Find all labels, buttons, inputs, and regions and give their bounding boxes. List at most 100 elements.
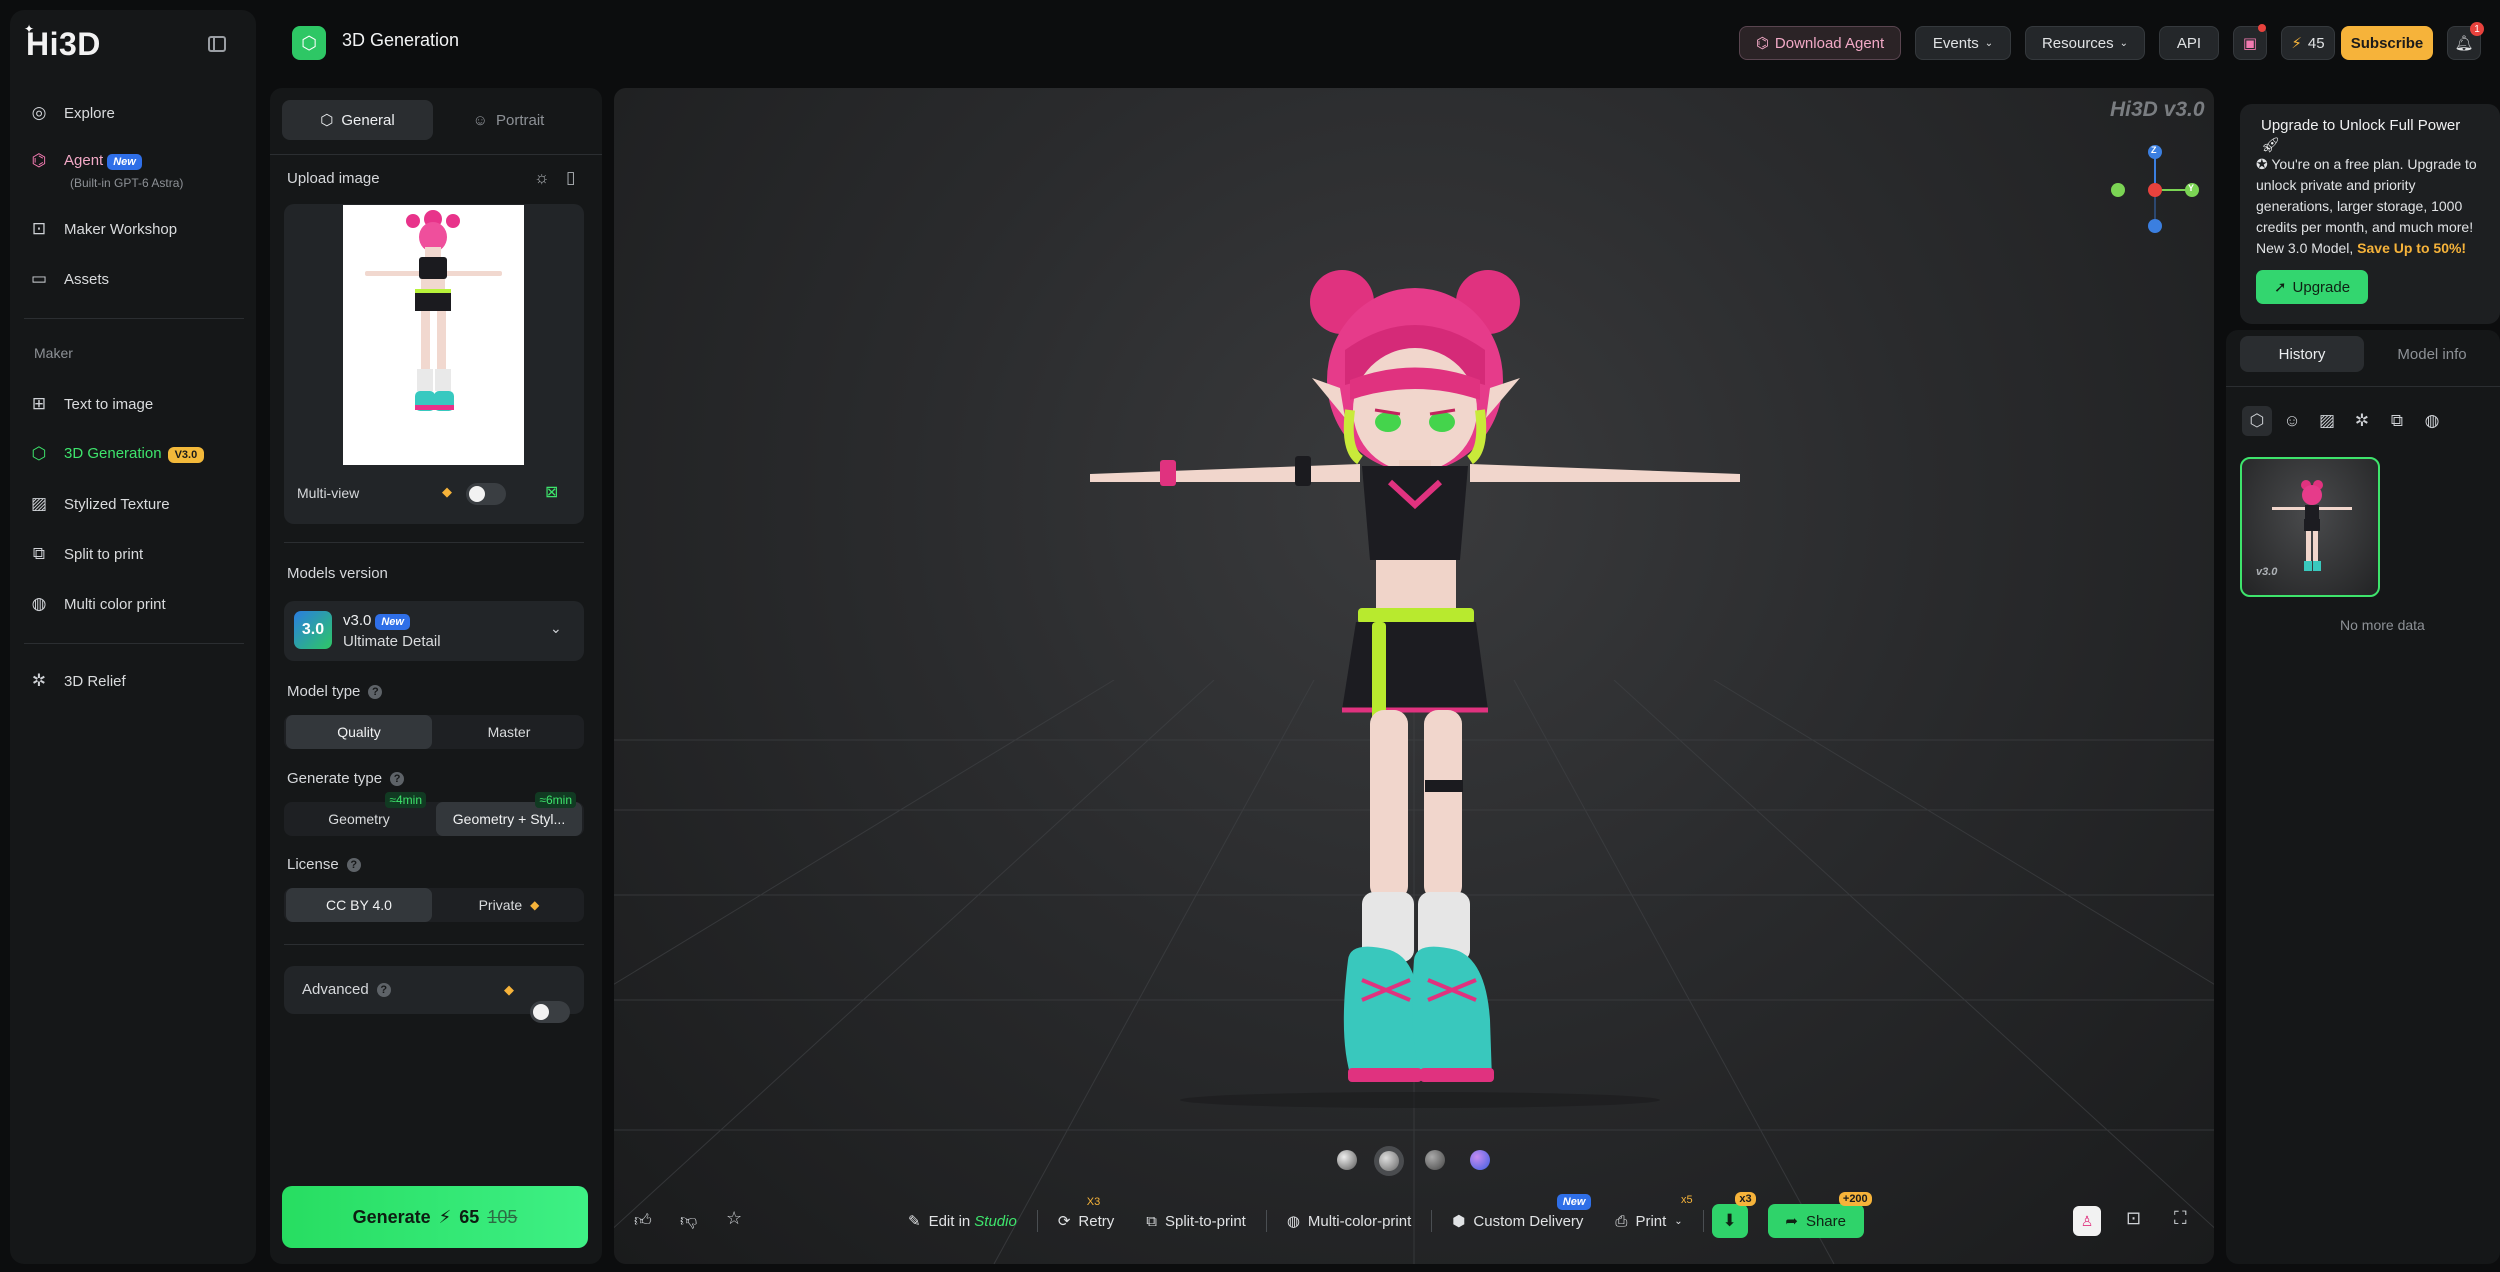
model-type-master[interactable]: Master <box>436 715 582 749</box>
texture-icon: ▨ <box>30 494 48 513</box>
model-preview-toggle-icon[interactable]: ♙ <box>2073 1206 2101 1236</box>
sidebar-item-stylized-texture[interactable]: ▨ Stylized Texture <box>28 485 170 523</box>
premium-diamond-icon: ◆ <box>442 484 452 499</box>
sidebar-item-split-to-print[interactable]: ⧉ Split to print <box>28 535 143 573</box>
generate-type-geometry-styled[interactable]: Geometry + Styl... ≈6min <box>436 792 582 836</box>
api-button[interactable]: API <box>2159 26 2219 60</box>
star-icon[interactable]: ☆ <box>726 1208 742 1229</box>
agent-subtitle: (Built-in GPT-6 Astra) <box>70 176 184 190</box>
axis-z-label: Z <box>2151 145 2157 155</box>
download-button[interactable]: ⬇ x3 <box>1711 1192 1756 1238</box>
thumbnail-version-tag: v3.0 <box>2256 566 2278 578</box>
fullscreen-icon[interactable]: ⛶ <box>2174 1208 2187 1229</box>
custom-delivery-button[interactable]: ⬢ Custom Delivery New <box>1440 1194 1595 1240</box>
toolbar-separator <box>1702 1210 1704 1232</box>
split-to-print-button[interactable]: ⧉ Split-to-print <box>1134 1202 1258 1240</box>
filter-split-icon[interactable]: ⧉ <box>2382 406 2412 436</box>
material-sphere-color[interactable] <box>1470 1150 1490 1170</box>
license-selector: CC BY 4.0 Private ◆ <box>284 888 584 922</box>
sidebar-item-3d-generation[interactable]: ⬡ 3D Generation V3.0 <box>28 435 205 473</box>
advanced-toggle[interactable] <box>530 1001 570 1023</box>
sidebar-item-text-to-image[interactable]: ⊞ Text to image <box>28 385 153 423</box>
generate-type-selector: Geometry ≈4min Geometry + Styl... ≈6min <box>284 792 584 836</box>
3d-generation-header-icon: ⬡ <box>292 26 326 60</box>
chevron-down-icon: ⌄ <box>2119 37 2129 49</box>
retry-button[interactable]: ⟳ Retry X3 <box>1046 1196 1126 1240</box>
edit-in-studio-button[interactable]: ✎ Edit in Studio <box>896 1202 1029 1240</box>
model-type-selector: Quality Master <box>284 715 584 749</box>
advanced-label: Advanced? <box>302 981 391 998</box>
printer-icon: ⎙ <box>1615 1212 1628 1230</box>
tab-history[interactable]: History <box>2240 336 2364 372</box>
generate-type-geometry[interactable]: Geometry ≈4min <box>286 792 432 836</box>
retry-icon: ⟳ <box>1057 1213 1071 1230</box>
download-agent-button[interactable]: ⌬ Download Agent <box>1739 26 1901 60</box>
new-badge: New <box>375 614 410 630</box>
guide-book-icon[interactable]: ▯ <box>566 168 575 188</box>
help-icon[interactable]: ? <box>376 982 391 997</box>
help-icon[interactable]: ? <box>346 857 361 872</box>
premium-diamond-icon: ◆ <box>530 898 540 912</box>
sidebar-item-3d-relief[interactable]: ✲ 3D Relief <box>28 662 126 700</box>
sidebar-item-agent[interactable]: ⌬ Agent New <box>28 142 142 180</box>
multi-view-image-icon[interactable]: ⊠ <box>545 482 558 502</box>
sidebar-item-multi-color-print[interactable]: ◍ Multi color print <box>28 585 166 623</box>
generate-type-label: Generate type? <box>287 770 405 787</box>
tab-portrait[interactable]: ☺ Portrait <box>433 100 584 140</box>
package-icon: ⬢ <box>1452 1213 1466 1230</box>
material-sphere-matte[interactable] <box>1425 1150 1445 1170</box>
tab-model-info[interactable]: Model info <box>2370 336 2494 372</box>
palette-icon: ◍ <box>31 594 47 613</box>
material-sphere-clay[interactable] <box>1337 1150 1357 1170</box>
bolt-icon: ⚡ <box>438 1206 452 1227</box>
sidebar-item-maker-workshop[interactable]: ⊡ Maker Workshop <box>28 210 177 248</box>
edit-icon: ✎ <box>908 1213 921 1230</box>
lightbulb-icon[interactable]: ☼ <box>534 168 550 188</box>
filter-texture-icon[interactable]: ▨ <box>2312 406 2342 436</box>
sidebar <box>10 10 256 1264</box>
credits-counter[interactable]: ⚡ 45 <box>2281 26 2335 60</box>
toolbar-separator <box>1431 1210 1433 1232</box>
app-logo[interactable]: Hi3D <box>26 26 101 63</box>
multi-view-label: Multi-view <box>297 485 360 501</box>
maker-section-label: Maker <box>34 345 73 361</box>
download-icon: ⬇ <box>1722 1211 1737 1230</box>
version-badge: V3.0 <box>167 447 205 463</box>
model-version-name: v3.0 New <box>343 612 410 630</box>
multi-color-print-button[interactable]: ◍ Multi-color-print <box>1275 1202 1423 1240</box>
filter-relief-icon[interactable]: ✲ <box>2347 406 2377 436</box>
split-cube-icon: ⧉ <box>1146 1212 1157 1230</box>
filter-portrait-icon[interactable]: ☺ <box>2277 406 2307 436</box>
palette-icon: ◍ <box>1286 1213 1300 1230</box>
help-icon[interactable]: ? <box>368 684 383 699</box>
model-type-quality[interactable]: Quality <box>286 715 432 749</box>
license-cc-by[interactable]: CC BY 4.0 <box>286 888 432 922</box>
upgrade-button[interactable]: ➚ Upgrade <box>2256 270 2368 304</box>
generate-button[interactable]: Generate ⚡ 65 105 <box>282 1186 588 1248</box>
share-icon: ➦ <box>1785 1213 1798 1230</box>
toolbar-separator <box>1265 1210 1267 1232</box>
license-private[interactable]: Private ◆ <box>436 888 582 922</box>
help-icon[interactable]: ? <box>390 771 405 786</box>
tab-general[interactable]: ⬡ General <box>282 100 433 140</box>
panel-divider-2 <box>284 542 584 543</box>
filter-3d-icon[interactable]: ⬡ <box>2242 406 2272 436</box>
thumbs-down-icon[interactable]: 👎︎ <box>680 1210 697 1231</box>
sidebar-item-explore[interactable]: ◎ Explore <box>28 94 115 132</box>
material-sphere-normal-selected[interactable] <box>1374 1146 1404 1176</box>
print-dropdown[interactable]: ⎙ Print ⌄ x5 <box>1603 1194 1694 1240</box>
model-type-label: Model type? <box>287 683 383 700</box>
events-dropdown[interactable]: Events ⌄ <box>1915 26 2011 60</box>
share-button[interactable]: ➦ Share +200 <box>1767 1192 1872 1238</box>
subscribe-button[interactable]: Subscribe <box>2341 26 2433 60</box>
multi-view-toggle[interactable] <box>466 483 506 505</box>
resources-dropdown[interactable]: Resources ⌄ <box>2025 26 2145 60</box>
filter-palette-icon[interactable]: ◍ <box>2417 406 2447 436</box>
page-title: 3D Generation <box>342 30 460 50</box>
sidebar-collapse-icon[interactable] <box>208 36 226 52</box>
thumbs-up-icon[interactable]: 👍︎ <box>634 1210 652 1231</box>
screenshot-icon[interactable]: ⊡ <box>2126 1208 2141 1229</box>
license-label: License? <box>287 856 361 873</box>
sidebar-item-assets[interactable]: ▭ Assets <box>28 260 109 298</box>
3d-character-model[interactable] <box>1090 260 1750 1110</box>
